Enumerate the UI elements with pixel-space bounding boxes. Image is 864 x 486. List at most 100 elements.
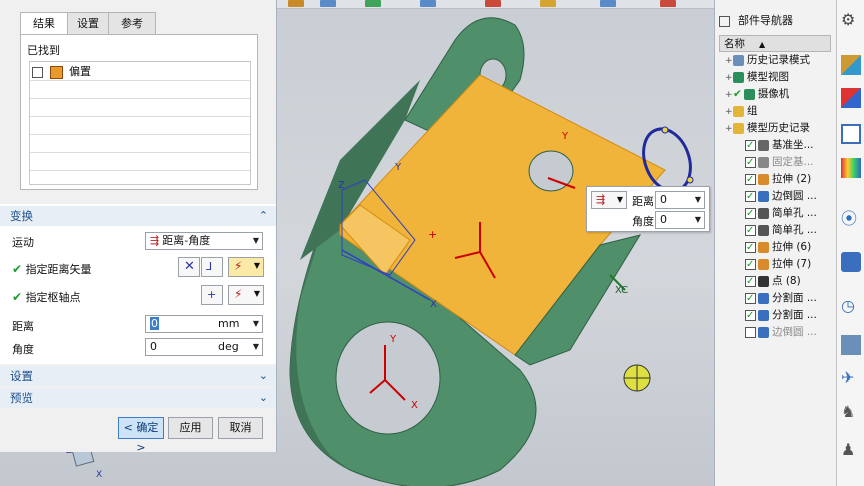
vector-dialog-button[interactable]: ✕: [178, 257, 200, 277]
tree-item-checkbox[interactable]: [745, 171, 756, 188]
transform-header[interactable]: 变换 ⌃: [0, 206, 276, 226]
edge-blend-icon: [758, 326, 769, 338]
label-x-corner: X: [96, 470, 103, 480]
assembly-navigator-icon[interactable]: [841, 55, 861, 75]
tree-item-checkbox[interactable]: [745, 205, 756, 222]
expand-icon[interactable]: +: [725, 53, 733, 70]
tree-item[interactable]: 点 (8): [745, 273, 801, 290]
tree-item-label: 摄像机: [757, 88, 790, 100]
settings-section-header[interactable]: 设置 ⌄: [0, 366, 276, 386]
motion-select[interactable]: ⇶ 距离-角度 ▼: [145, 232, 263, 250]
top-toolbar-strip: [270, 0, 715, 9]
expand-icon[interactable]: +: [725, 104, 733, 121]
preview-section-header[interactable]: 预览 ⌄: [0, 388, 276, 408]
collapse-up-icon[interactable]: ⌃: [259, 206, 268, 226]
system-scene-icon[interactable]: ♞: [841, 402, 861, 422]
constraint-navigator-icon[interactable]: [841, 88, 861, 108]
reuse-library-icon[interactable]: [841, 158, 861, 178]
tree-item[interactable]: 固定基...: [745, 154, 814, 171]
toolbar-icon-5[interactable]: [485, 0, 501, 7]
tree-item[interactable]: 简单孔 ...: [745, 222, 817, 239]
tree-item-checkbox[interactable]: [745, 154, 756, 171]
lower-hole: [335, 321, 441, 435]
expand-icon[interactable]: +: [725, 70, 733, 87]
tree-item-checkbox[interactable]: [745, 188, 756, 205]
found-item-offset[interactable]: 偏置: [32, 64, 91, 80]
tree-item[interactable]: 分割面 ...: [745, 290, 817, 307]
expand-icon[interactable]: +: [725, 121, 733, 138]
tree-item-checkbox[interactable]: [745, 256, 756, 273]
tree-item[interactable]: 拉伸 (6): [745, 239, 811, 256]
toolbar-icon-1[interactable]: [288, 0, 304, 7]
tree-item-checkbox[interactable]: [745, 239, 756, 256]
tree-item[interactable]: + 模型历史记录: [725, 120, 810, 137]
apply-button[interactable]: 应用: [168, 417, 213, 439]
roles-person-icon[interactable]: ♟: [841, 440, 861, 460]
found-list[interactable]: 偏置: [29, 61, 251, 185]
ring-handle-top[interactable]: [661, 126, 669, 134]
angle-input[interactable]: 0 deg ▼: [145, 338, 263, 356]
toolbar-icon-8[interactable]: [660, 0, 676, 7]
roles-icon[interactable]: ✈: [841, 368, 861, 388]
tree-item[interactable]: 简单孔 ...: [745, 205, 817, 222]
resource-bar: ⚙ ⦿ ◷ ✈ ♞ ♟: [836, 0, 864, 486]
tree-item-checkbox[interactable]: [745, 307, 756, 324]
part-navigator-icon[interactable]: [841, 124, 861, 144]
float-motion-select[interactable]: ⇶ ▼: [591, 191, 627, 209]
navigator-pin-icon[interactable]: [719, 15, 730, 27]
history-palette-icon[interactable]: [841, 252, 861, 272]
tree-item-label: 模型视图: [747, 71, 789, 83]
vector-infer-button[interactable]: ⅃: [201, 257, 223, 277]
distance-label: 距离: [12, 320, 34, 333]
expand-icon[interactable]: +: [725, 87, 733, 104]
tree-item-checkbox[interactable]: [745, 290, 756, 307]
clock-icon[interactable]: ◷: [841, 296, 861, 316]
tree-item[interactable]: 分割面 ...: [745, 307, 817, 324]
toolbar-icon-6[interactable]: [540, 0, 556, 7]
tree-item[interactable]: + 模型视图: [725, 69, 789, 86]
tree-item[interactable]: 基准坐...: [745, 137, 814, 154]
tab-settings[interactable]: 设置: [67, 12, 109, 35]
toolbar-icon-2[interactable]: [320, 0, 336, 7]
part-navigator: 部件导航器 名称▲ +历史记录模式+模型视图+✔摄像机+组+模型历史记录基准坐.…: [714, 0, 837, 486]
preview-section-title: 预览: [10, 391, 33, 405]
expand-down-icon[interactable]: ⌄: [259, 388, 268, 408]
found-item-checkbox[interactable]: [32, 66, 43, 78]
column-header-name[interactable]: 名称 ▲: [719, 35, 831, 52]
tree-item-checkbox[interactable]: [745, 222, 756, 239]
tab-reference[interactable]: 参考: [108, 12, 156, 35]
tree-item-label: 基准坐...: [772, 139, 814, 151]
tree-item-checkbox[interactable]: [745, 326, 756, 338]
origin-plus: +: [428, 228, 437, 241]
chevron-down-icon: ▼: [252, 319, 259, 328]
toolbar-icon-3[interactable]: [365, 0, 381, 7]
float-distance-input[interactable]: 0 ▼: [655, 191, 705, 209]
toolbar-icon-7[interactable]: [600, 0, 616, 7]
chevron-down-icon: ▼: [616, 195, 623, 204]
point-dialog-button[interactable]: +: [201, 285, 223, 305]
web-browser-icon[interactable]: ⦿: [841, 205, 861, 228]
tab-result[interactable]: 结果: [20, 12, 68, 36]
tree-item[interactable]: 边倒圆 ...: [745, 324, 817, 341]
tree-item[interactable]: 拉伸 (7): [745, 256, 811, 273]
tree-item[interactable]: 拉伸 (2): [745, 171, 811, 188]
distance-input[interactable]: 0 mm ▼: [145, 315, 263, 333]
tree-item[interactable]: 边倒圆 ...: [745, 188, 817, 205]
check-icon: ✔: [733, 88, 742, 100]
distance-unit: mm: [218, 317, 240, 330]
gear-icon[interactable]: ⚙: [841, 10, 861, 30]
ring-handle-right[interactable]: [686, 176, 694, 184]
vector-type-select[interactable]: ⚡ ▼: [228, 257, 264, 277]
process-studio-icon[interactable]: [841, 335, 861, 355]
cancel-button[interactable]: 取消: [218, 417, 263, 439]
expand-down-icon[interactable]: ⌄: [259, 366, 268, 386]
tree-item[interactable]: + 组: [725, 103, 758, 120]
float-angle-input[interactable]: 0 ▼: [655, 211, 705, 229]
tree-item[interactable]: + 历史记录模式: [725, 52, 810, 69]
tree-item-checkbox[interactable]: [745, 137, 756, 154]
toolbar-icon-4[interactable]: [420, 0, 436, 7]
ok-button[interactable]: < 确定 >: [118, 417, 164, 454]
point-type-select[interactable]: ⚡ ▼: [228, 285, 264, 305]
tree-item-checkbox[interactable]: [745, 273, 756, 290]
tree-item[interactable]: +✔ 摄像机: [725, 86, 789, 103]
